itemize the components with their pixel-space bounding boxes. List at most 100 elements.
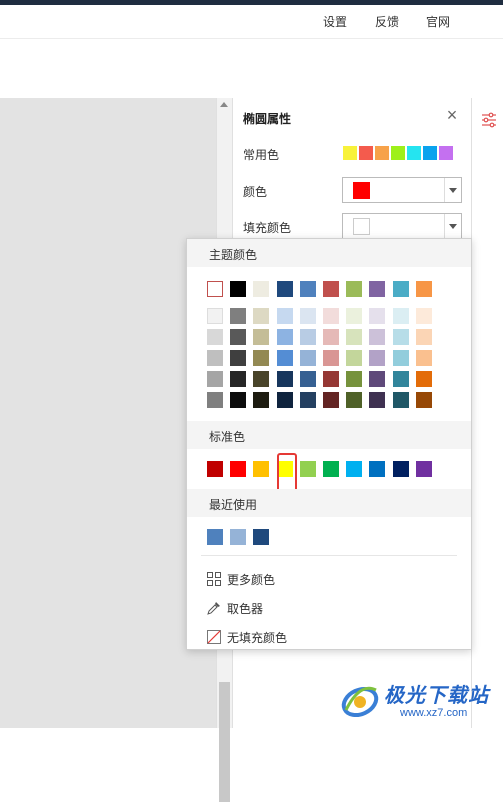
- theme-shade-cell[interactable]: [276, 329, 293, 345]
- theme-shade-cell[interactable]: [392, 392, 409, 408]
- common-color-swatch[interactable]: [391, 146, 405, 160]
- theme-shade-cell[interactable]: [346, 371, 363, 387]
- theme-color-cell[interactable]: [299, 281, 316, 297]
- theme-shade-cell[interactable]: [346, 350, 363, 366]
- common-color-swatch[interactable]: [375, 146, 389, 160]
- settings-sliders-icon[interactable]: [481, 112, 497, 128]
- theme-shade-cell[interactable]: [346, 329, 363, 345]
- theme-shade-cell[interactable]: [230, 308, 247, 324]
- theme-shade-cell[interactable]: [230, 371, 247, 387]
- panel-title: 椭圆属性: [243, 112, 292, 126]
- color-picker-combo[interactable]: [342, 177, 462, 203]
- theme-color-cell[interactable]: [253, 281, 270, 297]
- theme-shade-cell[interactable]: [207, 329, 223, 345]
- standard-color-cell[interactable]: [207, 461, 223, 477]
- watermark-brand: 极光下载站: [384, 685, 489, 707]
- standard-colors-row: [207, 461, 451, 477]
- theme-shade-cell[interactable]: [299, 350, 316, 366]
- recent-colors-row: [207, 529, 287, 545]
- theme-shade-cell[interactable]: [392, 308, 409, 324]
- theme-shade-cell[interactable]: [392, 329, 409, 345]
- standard-color-cell[interactable]: [253, 461, 270, 477]
- grid-icon: [207, 572, 221, 586]
- common-color-swatch[interactable]: [423, 146, 437, 160]
- theme-color-cell[interactable]: [346, 281, 363, 297]
- theme-shade-cell[interactable]: [253, 329, 270, 345]
- common-color-swatch[interactable]: [359, 146, 373, 160]
- theme-shade-cell[interactable]: [299, 329, 316, 345]
- standard-color-cell[interactable]: [299, 461, 316, 477]
- theme-shade-cell[interactable]: [276, 371, 293, 387]
- fill-color-combo[interactable]: [342, 213, 462, 239]
- theme-shade-cell[interactable]: [346, 392, 363, 408]
- theme-shade-cell[interactable]: [415, 392, 432, 408]
- more-colors-label: 更多颜色: [227, 573, 276, 587]
- standard-color-cell[interactable]: [346, 461, 363, 477]
- theme-color-cell[interactable]: [415, 281, 432, 297]
- recent-color-cell[interactable]: [230, 529, 247, 545]
- theme-shade-cell[interactable]: [253, 371, 270, 387]
- theme-shade-cell[interactable]: [323, 308, 339, 324]
- close-icon[interactable]: ×: [444, 106, 460, 124]
- theme-shade-cell[interactable]: [299, 392, 316, 408]
- standard-color-cell[interactable]: [323, 461, 339, 477]
- theme-shade-cell[interactable]: [369, 308, 386, 324]
- theme-shade-cell[interactable]: [276, 350, 293, 366]
- fill-color-swatch: [353, 218, 370, 235]
- theme-shade-cell[interactable]: [392, 350, 409, 366]
- theme-shade-cell[interactable]: [207, 350, 223, 366]
- theme-shade-cell[interactable]: [415, 350, 432, 366]
- theme-shade-cell[interactable]: [392, 371, 409, 387]
- theme-shade-cell[interactable]: [253, 308, 270, 324]
- theme-shade-cell[interactable]: [253, 392, 270, 408]
- standard-color-cell[interactable]: [230, 461, 247, 477]
- theme-shade-cell[interactable]: [230, 350, 247, 366]
- chevron-down-icon[interactable]: [444, 178, 461, 202]
- theme-shade-cell[interactable]: [230, 329, 247, 345]
- theme-shade-cell[interactable]: [369, 350, 386, 366]
- theme-shade-cell[interactable]: [369, 371, 386, 387]
- theme-shade-cell[interactable]: [207, 371, 223, 387]
- common-color-swatch[interactable]: [343, 146, 357, 160]
- theme-color-cell[interactable]: [207, 281, 223, 297]
- no-fill-label: 无填充颜色: [227, 631, 288, 645]
- scrollbar-thumb[interactable]: [219, 682, 230, 802]
- theme-shade-cell[interactable]: [415, 329, 432, 345]
- theme-color-cell[interactable]: [323, 281, 339, 297]
- theme-shade-cell[interactable]: [346, 308, 363, 324]
- theme-color-cell[interactable]: [276, 281, 293, 297]
- feedback-menu[interactable]: 反馈: [375, 13, 399, 30]
- theme-shade-cell[interactable]: [415, 308, 432, 324]
- theme-shade-cell[interactable]: [299, 308, 316, 324]
- theme-shade-cell[interactable]: [323, 329, 339, 345]
- standard-color-cell[interactable]: [415, 461, 432, 477]
- theme-shade-cell[interactable]: [276, 392, 293, 408]
- theme-shade-cell[interactable]: [323, 371, 339, 387]
- theme-color-cell[interactable]: [230, 281, 247, 297]
- theme-shade-cell[interactable]: [323, 392, 339, 408]
- theme-shade-cell[interactable]: [415, 371, 432, 387]
- standard-color-cell[interactable]: [392, 461, 409, 477]
- chevron-down-icon[interactable]: [444, 214, 461, 238]
- recent-color-cell[interactable]: [207, 529, 223, 545]
- theme-color-cell[interactable]: [392, 281, 409, 297]
- standard-color-cell[interactable]: [369, 461, 386, 477]
- theme-shade-cell[interactable]: [230, 392, 247, 408]
- recent-color-cell[interactable]: [253, 529, 270, 545]
- theme-shade-cell[interactable]: [253, 350, 270, 366]
- theme-shade-cell[interactable]: [369, 392, 386, 408]
- common-color-swatch[interactable]: [407, 146, 421, 160]
- theme-shade-cell[interactable]: [207, 308, 223, 324]
- scroll-up-icon[interactable]: [220, 102, 228, 107]
- settings-menu[interactable]: 设置: [323, 13, 347, 30]
- theme-shade-cell[interactable]: [369, 329, 386, 345]
- theme-shade-cell[interactable]: [299, 371, 316, 387]
- theme-shade-cell[interactable]: [276, 308, 293, 324]
- common-color-swatch[interactable]: [439, 146, 453, 160]
- theme-shade-cell[interactable]: [323, 350, 339, 366]
- document-canvas[interactable]: [0, 98, 216, 728]
- website-menu[interactable]: 官网: [426, 13, 450, 30]
- common-colors-row: [343, 146, 463, 160]
- theme-shade-cell[interactable]: [207, 392, 223, 408]
- theme-color-cell[interactable]: [369, 281, 386, 297]
